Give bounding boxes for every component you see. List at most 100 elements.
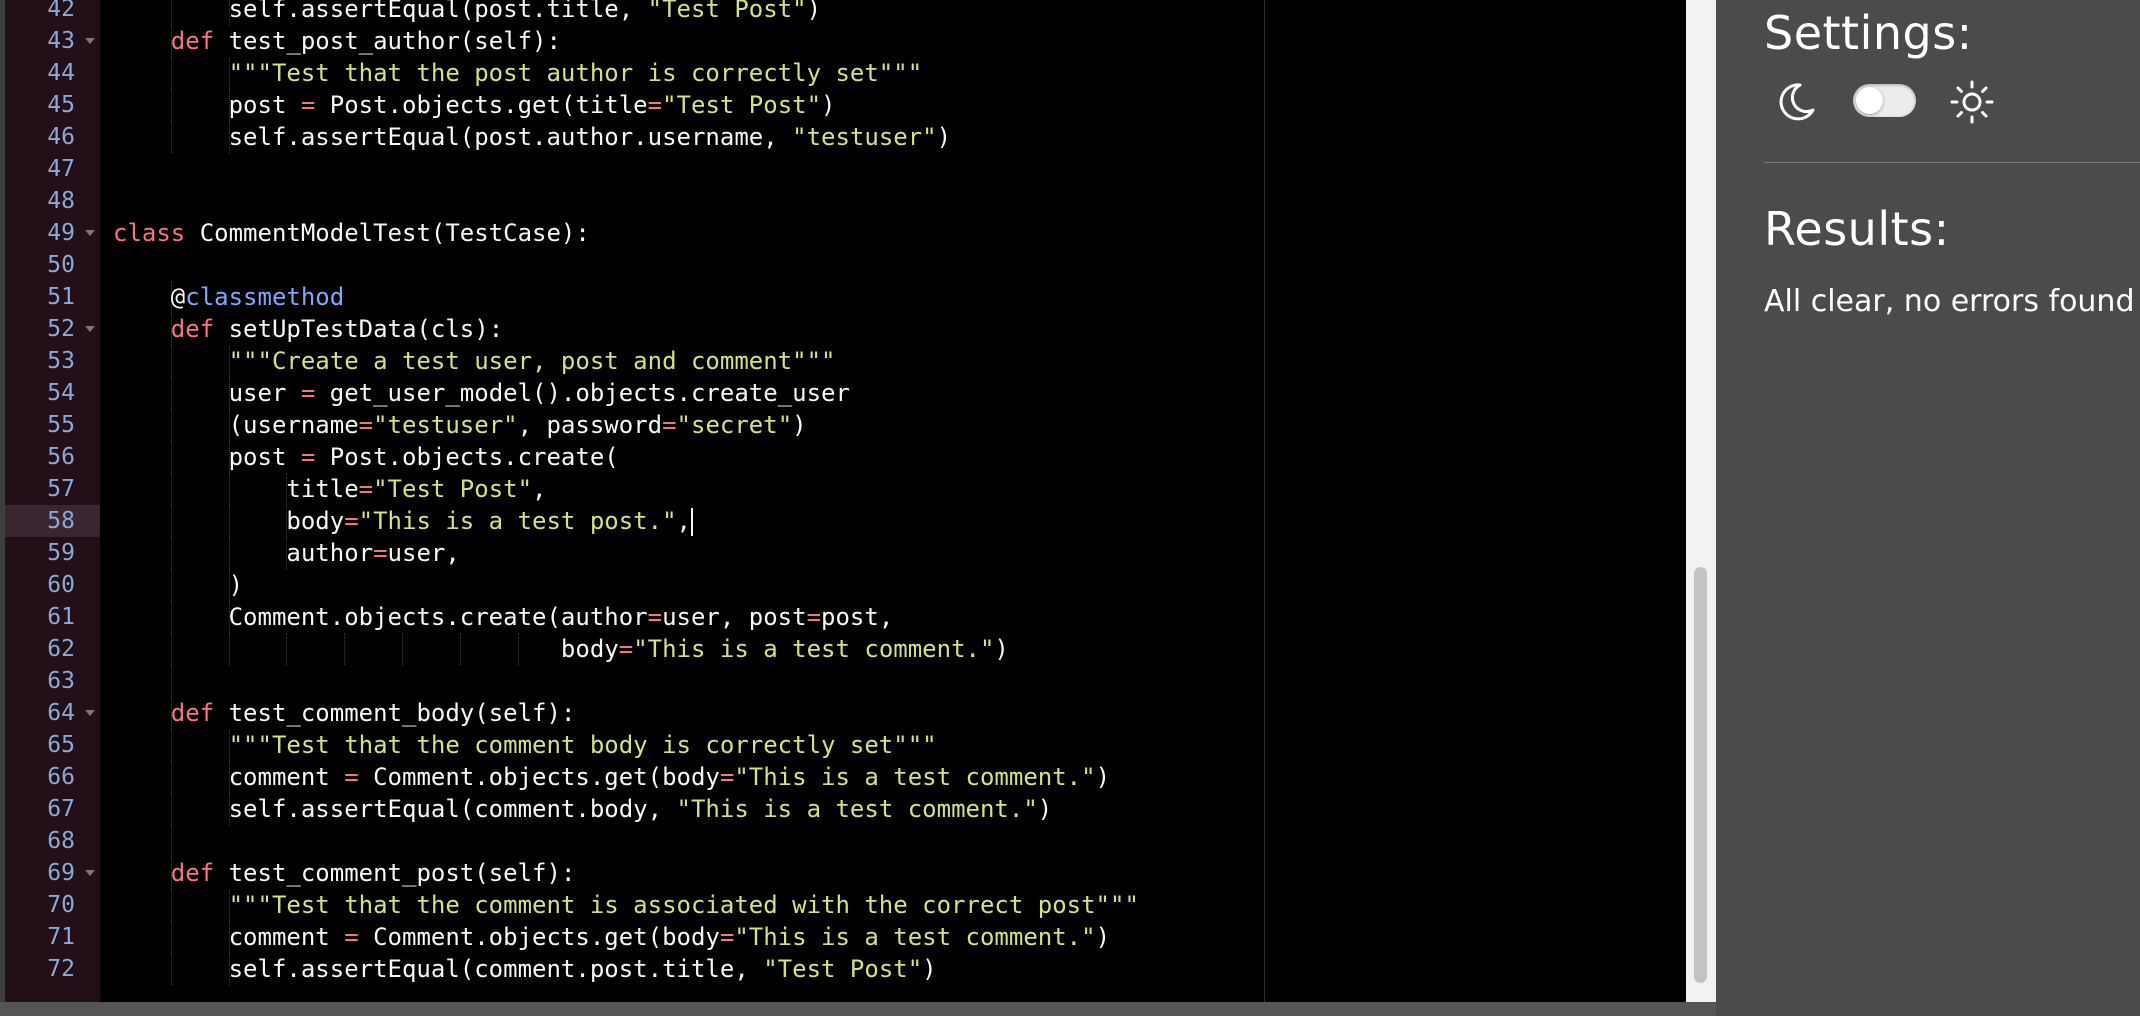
code-lines[interactable]: 42 self.assertEqual(post.title, "Test Po… (5, 0, 1686, 985)
code-token: setUpTestData(cls): (214, 315, 504, 343)
code-text[interactable]: @classmethod (113, 281, 344, 313)
code-text[interactable]: comment = Comment.objects.get(body="This… (113, 761, 1110, 793)
code-text[interactable]: self.assertEqual(comment.post.title, "Te… (113, 953, 937, 985)
code-text[interactable]: post = Post.objects.get(title="Test Post… (113, 89, 836, 121)
code-line[interactable]: 72 self.assertEqual(comment.post.title, … (5, 953, 1686, 985)
code-line[interactable]: 67 self.assertEqual(comment.body, "This … (5, 793, 1686, 825)
line-number: 53 (47, 348, 75, 374)
code-line[interactable]: 53 """Create a test user, post and comme… (5, 345, 1686, 377)
code-text[interactable]: self.assertEqual(post.title, "Test Post"… (113, 0, 821, 25)
code-line[interactable]: 52 def setUpTestData(cls): (5, 313, 1686, 345)
indent-guide (171, 665, 172, 697)
code-line[interactable]: 57 title="Test Post", (5, 473, 1686, 505)
code-line[interactable]: 50 (5, 249, 1686, 281)
code-text[interactable]: self.assertEqual(post.author.username, "… (113, 121, 951, 153)
editor-scrollbar[interactable] (1686, 0, 1716, 1002)
code-line[interactable]: 64 def test_comment_body(self): (5, 697, 1686, 729)
line-number: 67 (47, 796, 75, 822)
code-text[interactable]: post = Post.objects.create( (113, 441, 619, 473)
code-text[interactable]: """Test that the post author is correctl… (113, 57, 923, 89)
line-number: 47 (47, 156, 75, 182)
code-line[interactable]: 47 (5, 153, 1686, 185)
fold-arrow-icon[interactable] (85, 870, 95, 876)
theme-toggle-switch[interactable] (1853, 84, 1916, 117)
code-line[interactable]: 61 Comment.objects.create(author=user, p… (5, 601, 1686, 633)
code-token: user (113, 379, 301, 407)
code-line[interactable]: 70 """Test that the comment is associate… (5, 889, 1686, 921)
code-text[interactable]: class CommentModelTest(TestCase): (113, 217, 590, 249)
code-text[interactable]: (username="testuser", password="secret") (113, 409, 807, 441)
fold-arrow-icon[interactable] (85, 230, 95, 236)
scrollbar-thumb[interactable] (1694, 567, 1707, 983)
code-text[interactable]: def test_comment_post(self): (113, 857, 576, 889)
code-line[interactable]: 60 ) (5, 569, 1686, 601)
code-line[interactable]: 45 post = Post.objects.get(title="Test P… (5, 89, 1686, 121)
code-text[interactable]: self.assertEqual(comment.body, "This is … (113, 793, 1053, 825)
code-token: = (719, 923, 735, 951)
code-line[interactable]: 68 (5, 825, 1686, 857)
line-number: 58 (47, 508, 75, 534)
code-text[interactable]: body="This is a test post.", (113, 505, 693, 537)
code-line[interactable]: 58 body="This is a test post.", (5, 505, 1686, 537)
code-token: = (647, 91, 663, 119)
code-text[interactable]: ) (113, 569, 243, 601)
code-text[interactable]: comment = Comment.objects.get(body="This… (113, 921, 1110, 953)
code-text[interactable]: user = get_user_model().objects.create_u… (113, 377, 850, 409)
code-line[interactable]: 59 author=user, (5, 537, 1686, 569)
code-line[interactable]: 69 def test_comment_post(self): (5, 857, 1686, 889)
code-token: = (358, 475, 374, 503)
line-number: 59 (47, 540, 75, 566)
code-line[interactable]: 62 body="This is a test comment.") (5, 633, 1686, 665)
code-text[interactable]: title="Test Post", (113, 473, 546, 505)
line-number: 46 (47, 124, 75, 150)
code-editor[interactable]: 42 self.assertEqual(post.title, "Test Po… (0, 0, 1686, 1002)
code-line[interactable]: 51 @classmethod (5, 281, 1686, 313)
code-token: ) (994, 635, 1009, 663)
code-text[interactable]: """Test that the comment body is correct… (113, 729, 937, 761)
line-number: 64 (47, 700, 75, 726)
code-token: class (113, 219, 186, 247)
code-token: = (373, 539, 388, 567)
code-line[interactable]: 54 user = get_user_model().objects.creat… (5, 377, 1686, 409)
code-text[interactable]: Comment.objects.create(author=user, post… (113, 601, 894, 633)
line-number: 63 (47, 668, 75, 694)
code-token: def (170, 27, 215, 55)
code-token: user, (387, 539, 460, 567)
code-text[interactable]: """Create a test user, post and comment"… (113, 345, 836, 377)
code-text[interactable]: body="This is a test comment.") (113, 633, 1009, 665)
code-text[interactable]: author=user, (113, 537, 460, 569)
code-token: = (806, 603, 822, 631)
code-text[interactable]: def setUpTestData(cls): (113, 313, 503, 345)
code-line[interactable]: 63 (5, 665, 1686, 697)
line-number: 62 (47, 636, 75, 662)
text-cursor (690, 508, 693, 536)
line-number: 65 (47, 732, 75, 758)
line-number: 48 (47, 188, 75, 214)
code-token: = (300, 91, 316, 119)
code-token: , password (517, 411, 663, 439)
code-line[interactable]: 65 """Test that the comment body is corr… (5, 729, 1686, 761)
code-token: = (344, 507, 359, 535)
code-line[interactable]: 43 def test_post_author(self): (5, 25, 1686, 57)
code-text[interactable]: def test_comment_body(self): (113, 697, 576, 729)
code-line[interactable]: 71 comment = Comment.objects.get(body="T… (5, 921, 1686, 953)
code-token: self.assertEqual(comment.post.title, (113, 955, 764, 983)
code-line[interactable]: 55 (username="testuser", password="secre… (5, 409, 1686, 441)
fold-arrow-icon[interactable] (85, 38, 95, 44)
code-token: , (676, 507, 691, 535)
code-text[interactable]: def test_post_author(self): (113, 25, 561, 57)
code-text[interactable]: """Test that the comment is associated w… (113, 889, 1139, 921)
code-token: Comment.objects.get(body (358, 923, 720, 951)
code-line[interactable]: 46 self.assertEqual(post.author.username… (5, 121, 1686, 153)
code-line[interactable]: 44 """Test that the post author is corre… (5, 57, 1686, 89)
code-line[interactable]: 66 comment = Comment.objects.get(body="T… (5, 761, 1686, 793)
code-line[interactable]: 56 post = Post.objects.create( (5, 441, 1686, 473)
code-token: "Test Post" (662, 91, 822, 119)
code-line[interactable]: 48 (5, 185, 1686, 217)
code-line[interactable]: 42 self.assertEqual(post.title, "Test Po… (5, 0, 1686, 25)
fold-arrow-icon[interactable] (85, 710, 95, 716)
fold-arrow-icon[interactable] (85, 326, 95, 332)
code-line[interactable]: 49 class CommentModelTest(TestCase): (5, 217, 1686, 249)
code-token: "This is a test comment." (734, 923, 1096, 951)
